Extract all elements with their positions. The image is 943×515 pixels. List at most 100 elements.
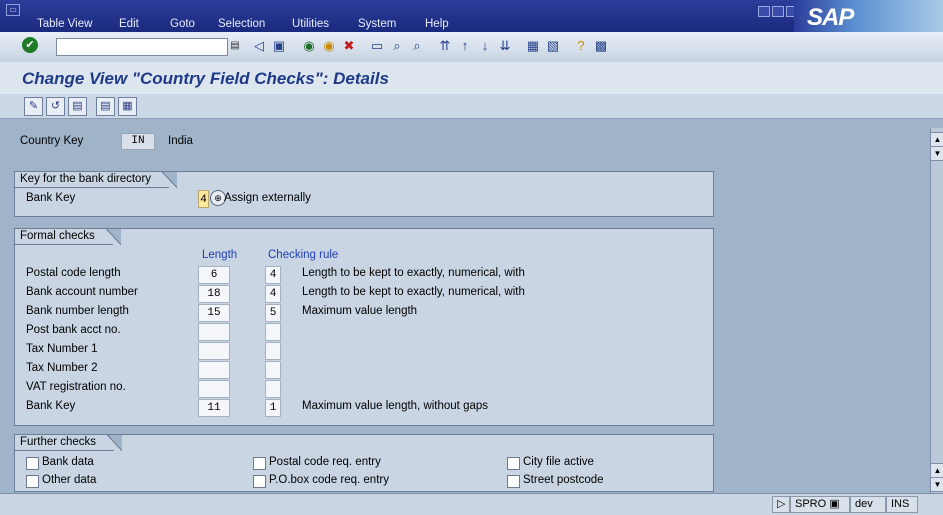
menu-selection[interactable]: Selection xyxy=(218,18,265,30)
country-key-field: IN xyxy=(121,133,155,150)
checking-rule-field[interactable]: 4 xyxy=(265,266,281,284)
find-icon[interactable]: ⌕ xyxy=(388,37,406,55)
formal-row-label: Tax Number 1 xyxy=(26,343,98,355)
vertical-scrollbar[interactable] xyxy=(930,128,943,493)
bank-directory-frame: Key for the bank directory xyxy=(14,171,714,217)
length-field[interactable]: 6 xyxy=(198,266,230,284)
layout-menu-icon[interactable]: ▩ xyxy=(592,37,610,55)
length-field[interactable]: 11 xyxy=(198,399,230,417)
command-history-icon[interactable]: ▤ xyxy=(228,38,242,54)
country-key-label: Country Key xyxy=(20,135,84,147)
back-icon[interactable]: ◉ xyxy=(300,37,318,55)
checking-rule-description: Length to be kept to exactly, numerical,… xyxy=(302,267,525,279)
formal-checks-frame-title: Formal checks xyxy=(14,228,121,245)
checking-rule-field[interactable]: 1 xyxy=(265,399,281,417)
street-postcode-checkbox[interactable] xyxy=(507,475,520,488)
other-entry-icon[interactable]: ↺ xyxy=(46,97,65,116)
formal-row-label: Bank number length xyxy=(26,305,129,317)
cancel-icon[interactable]: ✖ xyxy=(340,37,358,55)
country-name: India xyxy=(168,135,193,147)
sap-logo: SAP xyxy=(794,0,943,32)
scroll-bottom-down-icon[interactable]: ▼ xyxy=(930,477,943,492)
maximize-icon[interactable] xyxy=(772,6,784,17)
checking-rule-field[interactable]: 5 xyxy=(265,304,281,322)
transaction-code: SPRO ▣ xyxy=(790,496,850,513)
menu-edit[interactable]: Edit xyxy=(119,18,139,30)
formal-row-label: Post bank acct no. xyxy=(26,324,121,336)
scroll-bottom-up-icon[interactable]: ▲ xyxy=(930,463,943,478)
postal-code-req-entry-checkbox[interactable] xyxy=(253,457,266,470)
bank-data-label: Bank data xyxy=(42,456,94,468)
insert-mode: INS xyxy=(886,496,918,513)
length-field[interactable] xyxy=(198,323,230,341)
new-session-icon[interactable]: ▦ xyxy=(524,37,542,55)
next-entry-icon[interactable]: ▤ xyxy=(96,97,115,116)
formal-row-label: Bank Key xyxy=(26,400,76,412)
po-box-code-req-entry-checkbox[interactable] xyxy=(253,475,266,488)
bank-key-value-field[interactable]: 4 xyxy=(198,190,209,208)
bank-data-checkbox[interactable] xyxy=(26,457,39,470)
further-checks-frame-title: Further checks xyxy=(14,434,123,451)
formal-row-label: VAT registration no. xyxy=(26,381,126,393)
command-field[interactable] xyxy=(56,38,228,56)
exit-icon[interactable]: ◉ xyxy=(320,37,338,55)
po-box-code-req-entry-label: P.O.box code req. entry xyxy=(269,474,389,486)
session-info-icon[interactable]: ▣ xyxy=(829,498,839,510)
system-menu-icon[interactable]: ▭ xyxy=(6,4,20,16)
other-data-label: Other data xyxy=(42,474,97,486)
length-field[interactable]: 15 xyxy=(198,304,230,322)
find-next-icon[interactable]: ⌕ xyxy=(408,37,426,55)
checking-rule-field[interactable] xyxy=(265,361,281,379)
city-file-active-label: City file active xyxy=(523,456,594,468)
checking-rule-field[interactable] xyxy=(265,342,281,360)
checking-rule-column-header: Checking rule xyxy=(268,249,339,261)
checking-rule-field[interactable] xyxy=(265,380,281,398)
city-file-active-checkbox[interactable] xyxy=(507,457,520,470)
collapse-left-icon[interactable]: ◁ xyxy=(250,37,268,55)
display-change-icon[interactable]: ✎ xyxy=(24,97,43,116)
previous-page-icon[interactable]: ↑ xyxy=(456,37,474,55)
checking-rule-field[interactable]: 4 xyxy=(265,285,281,303)
menu-help[interactable]: Help xyxy=(425,18,449,30)
scroll-up-icon[interactable]: ▲ xyxy=(930,132,943,147)
last-page-icon[interactable]: ⇊ xyxy=(496,37,514,55)
select-all-icon[interactable]: ▦ xyxy=(118,97,137,116)
transaction-text: SPRO xyxy=(795,498,827,510)
print-icon[interactable]: ▭ xyxy=(368,37,386,55)
brand-text: SAP xyxy=(807,4,854,31)
menu-goto[interactable]: Goto xyxy=(170,18,195,30)
formal-row-label: Tax Number 2 xyxy=(26,362,98,374)
menu-utilities[interactable]: Utilities xyxy=(292,18,329,30)
postal-code-req-entry-label: Postal code req. entry xyxy=(269,456,381,468)
formal-row-label: Bank account number xyxy=(26,286,138,298)
other-data-checkbox[interactable] xyxy=(26,475,39,488)
previous-entry-icon[interactable]: ▤ xyxy=(68,97,87,116)
bank-directory-frame-title: Key for the bank directory xyxy=(14,171,178,188)
checking-rule-description: Length to be kept to exactly, numerical,… xyxy=(302,286,525,298)
checking-rule-field[interactable] xyxy=(265,323,281,341)
status-expand-icon[interactable]: ▷ xyxy=(772,496,790,513)
minimize-icon[interactable] xyxy=(758,6,770,17)
length-column-header: Length xyxy=(202,249,238,261)
save-icon[interactable]: ▣ xyxy=(270,37,288,55)
length-field[interactable] xyxy=(198,342,230,360)
scroll-down-icon[interactable]: ▼ xyxy=(930,146,943,161)
menu-bar: ▭ Table View Edit Goto Selection Utiliti… xyxy=(0,0,943,32)
enter-check-icon[interactable]: ✔ xyxy=(22,37,38,53)
length-field[interactable]: 18 xyxy=(198,285,230,303)
length-field[interactable] xyxy=(198,380,230,398)
next-page-icon[interactable]: ↓ xyxy=(476,37,494,55)
menu-table-view[interactable]: Table View xyxy=(37,18,92,30)
checking-rule-description: Maximum value length xyxy=(302,305,418,317)
client-name: dev xyxy=(850,496,886,513)
bank-key-description: Assign externally xyxy=(224,192,311,204)
application-toolbar xyxy=(0,94,943,119)
menu-system[interactable]: System xyxy=(358,18,396,30)
length-field[interactable] xyxy=(198,361,230,379)
shortcut-icon[interactable]: ▧ xyxy=(544,37,562,55)
checking-rule-description: Maximum value length, without gaps xyxy=(302,400,489,412)
help-icon[interactable]: ? xyxy=(572,37,590,55)
bank-key-label: Bank Key xyxy=(26,192,76,204)
first-page-icon[interactable]: ⇈ xyxy=(436,37,454,55)
page-title: Change View "Country Field Checks": Deta… xyxy=(22,69,389,88)
